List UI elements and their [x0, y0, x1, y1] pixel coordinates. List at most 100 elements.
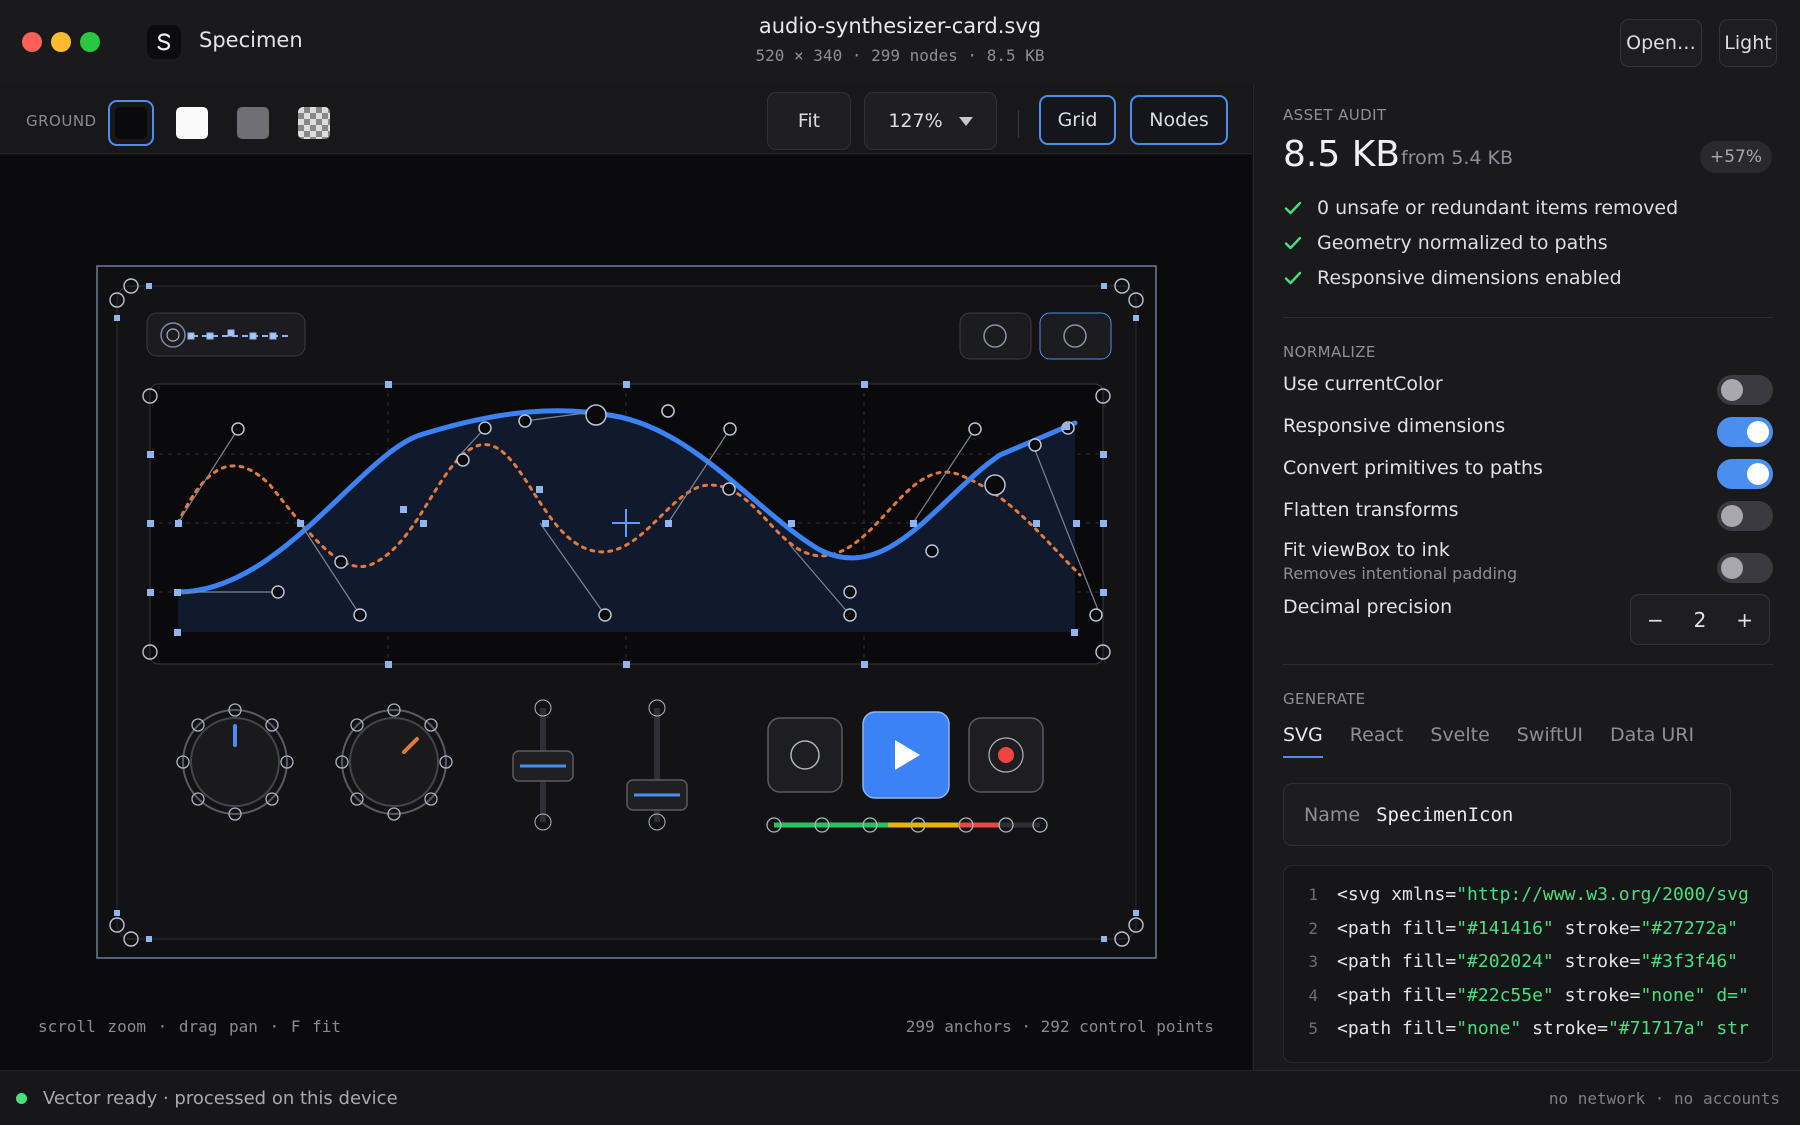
output-size: 8.5 KB [1283, 134, 1400, 175]
normalize-heading: NORMALIZE [1283, 343, 1376, 361]
file-title: audio-synthesizer-card.svg [758, 14, 1042, 38]
section-divider [1283, 664, 1773, 665]
node-counts: 299 anchors · 292 control points [905, 1017, 1214, 1036]
generate-heading: GENERATE [1283, 690, 1366, 708]
theme-toggle-button[interactable]: Light [1719, 19, 1777, 67]
code-attr: stroke= [1553, 917, 1641, 939]
section-divider [1283, 317, 1773, 318]
nodes-toggle-button[interactable]: Nodes [1130, 95, 1228, 145]
code-value: "#202024" [1456, 951, 1554, 972]
ground-swatch-gray[interactable] [230, 100, 276, 146]
option-label: Fit viewBox to ink [1283, 539, 1450, 561]
zoom-value: 127% [888, 110, 943, 132]
swatch-fill [115, 107, 147, 139]
decrement-button[interactable]: − [1647, 608, 1664, 632]
code-line: 3 <path fill="#202024" stroke="#3f3f46" [1284, 945, 1772, 979]
tab-svg[interactable]: SVG [1283, 724, 1323, 758]
line-number: 5 [1308, 1019, 1318, 1038]
canvas-toolbar: GROUND Fit 127% Grid Nodes [0, 84, 1252, 154]
code-line: 5 <path fill="none" stroke="#71717a" str [1284, 1012, 1772, 1046]
code-value: "#71717a" str [1607, 1018, 1749, 1039]
code-line: 2 <path fill="#141416" stroke="#27272a" [1284, 912, 1772, 946]
status-indicator-icon [16, 1093, 27, 1104]
code-value: "http://www.w3.org/2000/svg [1456, 884, 1749, 905]
title-bar: Specimen audio-synthesizer-card.svg 520 … [0, 0, 1800, 84]
code-tag: <path [1337, 917, 1392, 939]
artwork [96, 265, 1157, 959]
asset-audit-heading: ASSET AUDIT [1283, 106, 1387, 124]
chevron-down-icon [958, 116, 973, 126]
code-line: 1 <svg xmlns="http://www.w3.org/2000/svg [1284, 878, 1772, 912]
code-attr: xmlns= [1380, 884, 1457, 905]
app-window: Specimen audio-synthesizer-card.svg 520 … [0, 0, 1800, 1125]
code-tag: <path [1337, 984, 1392, 1006]
audit-check: Responsive dimensions enabled [1283, 267, 1622, 289]
audit-check: 0 unsafe or redundant items removed [1283, 197, 1678, 219]
option-label: Decimal precision [1283, 596, 1453, 618]
checkmark-icon [1284, 236, 1302, 250]
audit-check-label: 0 unsafe or redundant items removed [1317, 197, 1679, 219]
toggle-use-currentcolor[interactable] [1717, 375, 1773, 405]
size-delta-badge: +57% [1700, 141, 1772, 173]
fit-button[interactable]: Fit [767, 92, 851, 150]
tab-swiftui[interactable]: SwiftUI [1517, 724, 1583, 758]
tab-svelte[interactable]: Svelte [1430, 724, 1489, 758]
code-preview[interactable]: 1 <svg xmlns="http://www.w3.org/2000/svg … [1283, 865, 1773, 1063]
name-field-label: Name [1304, 803, 1361, 826]
option-label: Flatten transforms [1283, 499, 1459, 521]
ground-swatch-checker[interactable] [291, 100, 337, 146]
ground-swatch-dark[interactable] [108, 100, 154, 146]
option-fit-viewbox: Fit viewBox to ink Removes intentional p… [1283, 539, 1773, 583]
code-attr: fill= [1391, 917, 1457, 939]
toolbar-divider [1018, 110, 1019, 138]
knob-right [341, 709, 447, 815]
toggle-responsive-dimensions[interactable] [1717, 417, 1773, 447]
badge-pill-left [959, 312, 1032, 360]
toggle-knob [1721, 379, 1743, 401]
preview-canvas[interactable]: scroll zoom · drag pan · F fit 299 ancho… [0, 155, 1252, 1070]
toggle-knob [1747, 421, 1769, 443]
line-number: 3 [1308, 952, 1318, 971]
code-value: "#3f3f46" [1640, 951, 1739, 972]
badge-pill-right [1039, 312, 1112, 360]
component-name-field[interactable]: Name SpecimenIcon [1283, 783, 1731, 846]
precision-stepper: − 2 + [1630, 594, 1770, 645]
code-attr: fill= [1391, 1018, 1457, 1039]
tab-react[interactable]: React [1350, 724, 1404, 758]
checkmark-icon [1284, 201, 1302, 215]
audit-check-label: Geometry normalized to paths [1317, 232, 1608, 254]
toggle-knob [1747, 463, 1769, 485]
ground-label: GROUND [26, 112, 97, 130]
transport-loop-button [767, 717, 843, 793]
line-number: 2 [1308, 918, 1318, 938]
option-flatten-transforms: Flatten transforms [1283, 499, 1773, 531]
canvas-hint: scroll zoom · drag pan · F fit [38, 1017, 341, 1036]
grid-toggle-button[interactable]: Grid [1039, 95, 1116, 145]
inspector-panel: ASSET AUDIT 8.5 KB from 5.4 KB +57% 0 un… [1253, 84, 1800, 1070]
swatch-fill [237, 107, 269, 139]
option-convert-primitives: Convert primitives to paths [1283, 457, 1773, 489]
ground-swatch-white[interactable] [169, 100, 215, 146]
option-label: Convert primitives to paths [1283, 457, 1543, 479]
increment-button[interactable]: + [1736, 608, 1753, 632]
toggle-fit-viewbox[interactable] [1717, 553, 1773, 583]
code-attr: stroke= [1553, 984, 1641, 1006]
title-pill [146, 312, 306, 357]
line-number: 4 [1308, 985, 1318, 1005]
file-meta: 520 × 340 · 299 nodes · 8.5 KB [755, 46, 1045, 65]
code-tag: <path [1337, 1018, 1392, 1039]
precision-value[interactable]: 2 [1694, 608, 1707, 632]
status-bar: Vector ready · processed on this device … [0, 1070, 1800, 1125]
open-button[interactable]: Open… [1620, 19, 1702, 67]
code-value: "none" [1456, 1018, 1522, 1039]
code-attr: fill= [1391, 951, 1457, 972]
option-label: Use currentColor [1283, 373, 1443, 395]
checkmark-icon [1284, 271, 1302, 285]
code-value: "none" d=" [1640, 984, 1749, 1006]
zoom-select[interactable]: 127% [864, 92, 997, 150]
output-format-tabs: SVG React Svelte SwiftUI Data URI [1283, 724, 1694, 758]
name-field-value[interactable]: SpecimenIcon [1376, 804, 1513, 826]
toggle-convert-primitives[interactable] [1717, 459, 1773, 489]
tab-data-uri[interactable]: Data URI [1610, 724, 1694, 758]
toggle-flatten-transforms[interactable] [1717, 501, 1773, 531]
